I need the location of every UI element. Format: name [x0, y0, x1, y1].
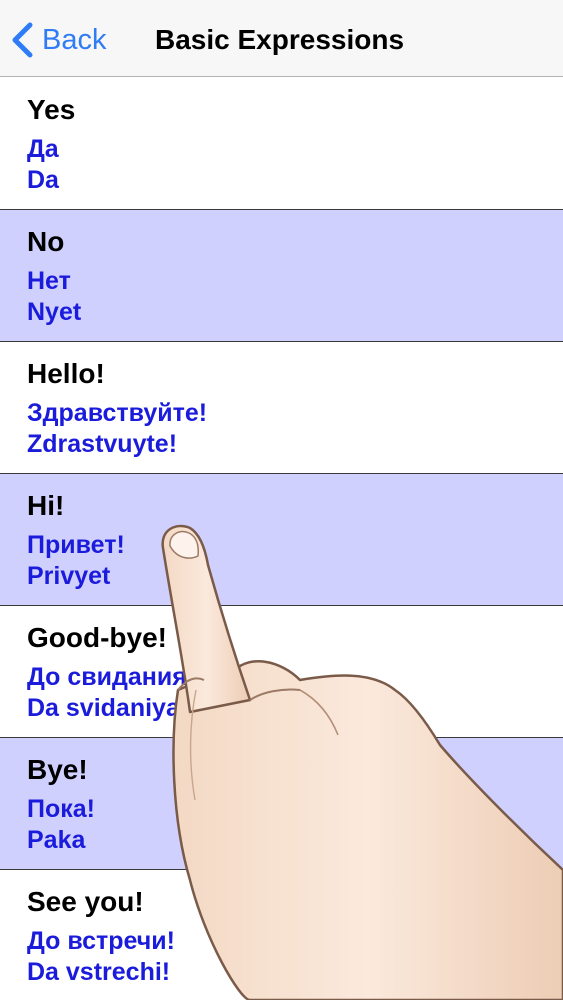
transliteration: Zdrastvuyte! — [27, 430, 178, 458]
english-phrase: Hello! — [27, 358, 105, 389]
russian-phrase: Да — [27, 135, 59, 163]
list-item[interactable]: Hello! Здравствуйте! Zdrastvuyte! — [0, 342, 563, 474]
page-title: Basic Expressions — [155, 24, 405, 55]
russian-phrase: До встречи! — [27, 927, 175, 955]
russian-phrase: Пока! — [27, 795, 95, 823]
english-phrase: Yes — [27, 94, 76, 125]
transliteration: Da svidaniya! — [27, 694, 189, 722]
russian-phrase: Здравствуйте! — [27, 399, 208, 427]
english-phrase: Good-bye! — [27, 622, 167, 653]
russian-phrase: До свидания! — [27, 663, 196, 691]
list-item[interactable]: No Нет Nyet — [0, 210, 563, 342]
back-button-label: Back — [42, 24, 107, 56]
english-phrase: No — [27, 226, 65, 257]
english-phrase: See you! — [27, 886, 144, 917]
list-item[interactable]: Good-bye! До свидания! Da svidaniya! — [0, 606, 563, 738]
list-item[interactable]: Hi! Привет! Privyet — [0, 474, 563, 606]
list-item[interactable]: Yes Да Da — [0, 78, 563, 210]
transliteration: Paka — [27, 826, 86, 854]
russian-phrase: Нет — [27, 267, 71, 295]
transliteration: Da vstrechi! — [27, 958, 171, 986]
transliteration: Nyet — [27, 298, 82, 326]
expression-list: Yes Да Da No Нет Nyet Hello! Здравствуйт… — [0, 78, 563, 1000]
back-button[interactable]: Back — [10, 20, 106, 60]
russian-phrase: Привет! — [27, 531, 125, 559]
transliteration: Privyet — [27, 562, 111, 590]
english-phrase: Bye! — [27, 754, 88, 785]
navigation-bar: Back Basic Expressions — [0, 0, 563, 77]
chevron-left-icon — [12, 22, 33, 58]
transliteration: Da — [27, 166, 59, 194]
screen: Back Basic Expressions Yes Да Da No Нет … — [0, 0, 563, 1000]
list-item[interactable]: Bye! Пока! Paka — [0, 738, 563, 870]
english-phrase: Hi! — [27, 490, 65, 521]
list-item[interactable]: See you! До встречи! Da vstrechi! — [0, 870, 563, 1000]
